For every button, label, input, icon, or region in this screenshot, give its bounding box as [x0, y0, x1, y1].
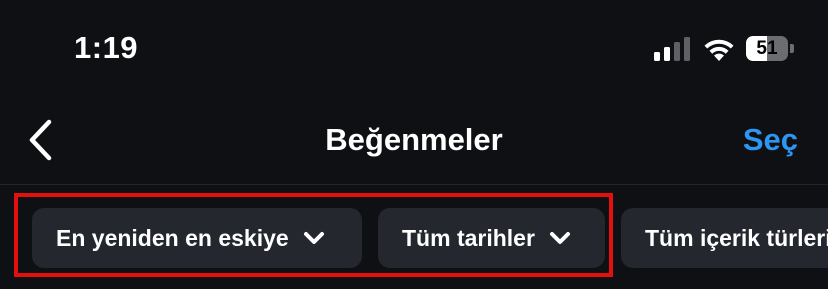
filter-row: En yeniden en eskiye Tüm tarihler Tüm iç… — [0, 185, 828, 289]
cellular-signal-icon — [654, 36, 690, 61]
battery-level: 51 — [756, 38, 778, 59]
content-type-filter[interactable]: Tüm içerik türleri — [621, 208, 828, 268]
status-time: 1:19 — [74, 30, 139, 65]
page-title: Beğenmeler — [325, 122, 503, 157]
date-filter[interactable]: Tüm tarihler — [378, 208, 605, 268]
content-type-filter-label: Tüm içerik türleri — [645, 224, 828, 251]
chevron-down-icon — [549, 232, 570, 244]
battery-icon: 51 — [746, 36, 794, 61]
status-icons: 51 — [654, 36, 794, 61]
battery-tip — [790, 44, 794, 53]
wifi-icon — [704, 39, 734, 61]
status-bar: 1:19 51 — [0, 0, 828, 96]
screen: 1:19 51 Beğenmeler Seç En yeniden en esk… — [0, 0, 828, 289]
date-filter-label: Tüm tarihler — [402, 224, 535, 251]
select-button[interactable]: Seç — [743, 122, 798, 158]
chevron-down-icon — [303, 232, 324, 244]
sort-order-filter[interactable]: En yeniden en eskiye — [32, 208, 362, 268]
battery-body: 51 — [746, 36, 788, 61]
sort-order-filter-label: En yeniden en eskiye — [56, 224, 289, 251]
nav-bar: Beğenmeler Seç — [0, 96, 828, 184]
